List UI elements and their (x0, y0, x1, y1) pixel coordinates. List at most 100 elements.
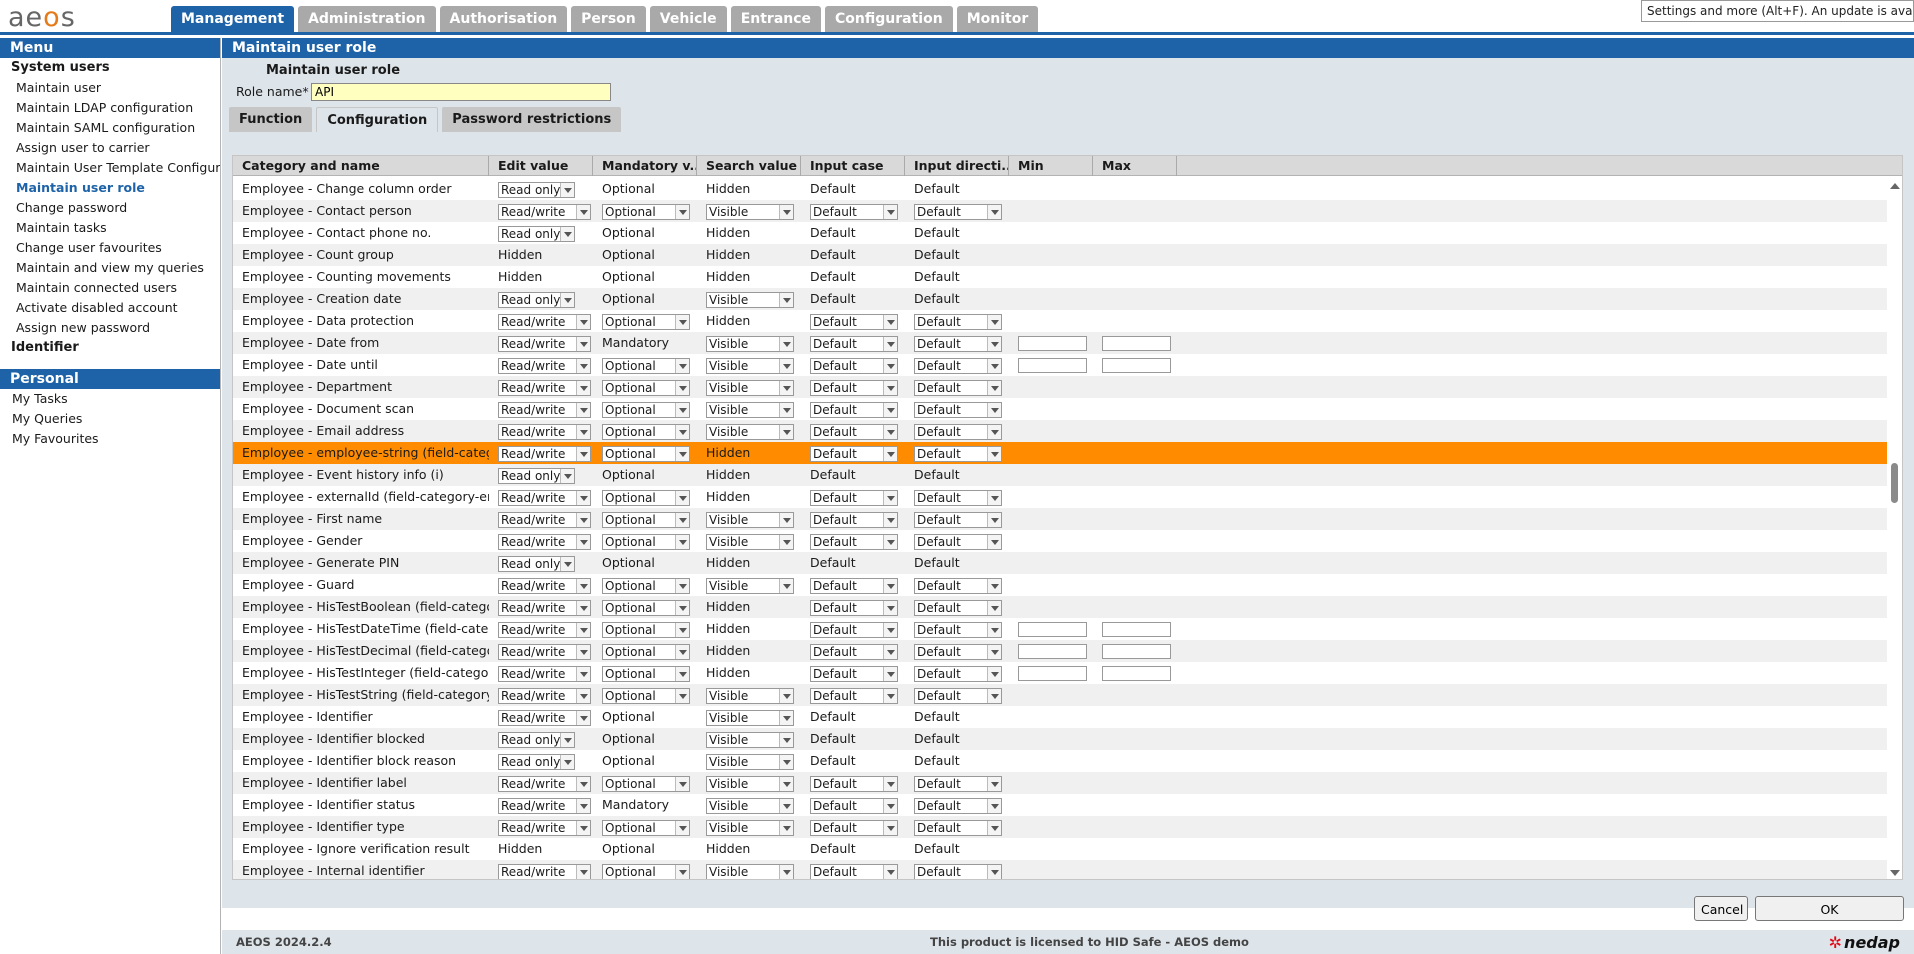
min-input[interactable] (1018, 666, 1087, 681)
chevron-down-icon[interactable] (883, 314, 897, 329)
chevron-down-icon[interactable] (779, 292, 793, 307)
edit-value-select[interactable]: Read/write (498, 665, 591, 682)
chevron-down-icon[interactable] (883, 600, 897, 615)
table-row[interactable]: Employee - First name Read/write Optional V… (233, 508, 1888, 530)
tab-management[interactable]: Management (171, 6, 295, 32)
search-value-select[interactable]: Visible (706, 775, 794, 792)
max-input[interactable] (1102, 622, 1171, 637)
edit-value-select[interactable]: Read/write (498, 533, 591, 550)
edit-value-select[interactable]: Read/write (498, 445, 591, 462)
table-row[interactable]: Employee - Data protection Read/write Opti… (233, 310, 1888, 332)
mandatory-value-select[interactable]: Optional (602, 379, 690, 396)
edit-value-select[interactable]: Read/write (498, 379, 591, 396)
table-row[interactable]: Employee - Event history info (i) Read on… (233, 464, 1888, 486)
mandatory-value-select[interactable]: Optional (602, 203, 690, 220)
chevron-down-icon[interactable] (560, 292, 574, 307)
col-edit-value[interactable]: Edit value (489, 156, 593, 176)
search-value-select[interactable]: Visible (706, 819, 794, 836)
chevron-down-icon[interactable] (675, 512, 689, 527)
chevron-down-icon[interactable] (576, 402, 590, 417)
chevron-down-icon[interactable] (576, 578, 590, 593)
tab-password-restrictions[interactable]: Password restrictions (442, 107, 622, 132)
chevron-down-icon[interactable] (883, 798, 897, 813)
input-direction-select[interactable]: Default (914, 335, 1002, 352)
chevron-down-icon[interactable] (779, 534, 793, 549)
mandatory-value-select[interactable]: Optional (602, 423, 690, 440)
chevron-down-icon[interactable] (779, 578, 793, 593)
table-row[interactable]: Employee - Gender Read/write Optional Visib… (233, 530, 1888, 552)
max-input[interactable] (1102, 336, 1171, 351)
chevron-down-icon[interactable] (560, 732, 574, 747)
edit-value-select[interactable]: Read/write (498, 643, 591, 660)
edit-value-select[interactable]: Read/write (498, 863, 591, 879)
search-value-select[interactable]: Visible (706, 335, 794, 352)
input-direction-select[interactable]: Default (914, 313, 1002, 330)
input-direction-select[interactable]: Default (914, 819, 1002, 836)
sidebar-item-user-template[interactable]: Maintain User Template Configuration (0, 158, 220, 178)
chevron-down-icon[interactable] (576, 446, 590, 461)
chevron-down-icon[interactable] (883, 776, 897, 791)
chevron-down-icon[interactable] (883, 622, 897, 637)
chevron-down-icon[interactable] (987, 490, 1001, 505)
sidebar-group-identifier[interactable]: Identifier (0, 338, 220, 358)
table-row[interactable]: Employee - externalId (field-category-em… (233, 486, 1888, 508)
chevron-down-icon[interactable] (987, 446, 1001, 461)
mandatory-value-select[interactable]: Optional (602, 819, 690, 836)
table-row[interactable]: Employee - HisTestInteger (field-categor… (233, 662, 1888, 684)
chevron-down-icon[interactable] (675, 666, 689, 681)
table-row[interactable]: Employee - HisTestString (field-category… (233, 684, 1888, 706)
chevron-down-icon[interactable] (883, 490, 897, 505)
max-input[interactable] (1102, 644, 1171, 659)
search-value-select[interactable]: Visible (706, 577, 794, 594)
input-case-select[interactable]: Default (810, 379, 898, 396)
tab-configuration-panel[interactable]: Configuration (316, 107, 439, 132)
table-row[interactable]: Employee - Email address Read/write Option… (233, 420, 1888, 442)
table-row[interactable]: Employee - Document scan Read/write Option… (233, 398, 1888, 420)
table-row[interactable]: Employee - Ignore verification result Hid… (233, 838, 1888, 860)
chevron-down-icon[interactable] (576, 512, 590, 527)
chevron-down-icon[interactable] (987, 776, 1001, 791)
input-case-select[interactable]: Default (810, 797, 898, 814)
chevron-down-icon[interactable] (883, 336, 897, 351)
search-value-select[interactable]: Visible (706, 687, 794, 704)
tab-function[interactable]: Function (229, 107, 313, 132)
edit-value-select[interactable]: Read only (498, 181, 575, 198)
chevron-down-icon[interactable] (883, 688, 897, 703)
col-min[interactable]: Min (1009, 156, 1093, 176)
sidebar-group-system-users[interactable]: System users (0, 58, 220, 78)
sidebar-item-activate-account[interactable]: Activate disabled account (0, 298, 220, 318)
sidebar-item-my-queries[interactable]: Maintain and view my queries (0, 258, 220, 278)
edit-value-select[interactable]: Read/write (498, 687, 591, 704)
chevron-down-icon[interactable] (987, 204, 1001, 219)
chevron-down-icon[interactable] (576, 358, 590, 373)
max-input[interactable] (1102, 666, 1171, 681)
input-case-select[interactable]: Default (810, 445, 898, 462)
chevron-down-icon[interactable] (576, 688, 590, 703)
table-row[interactable]: Employee - Identifier Read/write Optional V… (233, 706, 1888, 728)
search-value-select[interactable]: Visible (706, 423, 794, 440)
mandatory-value-select[interactable]: Optional (602, 665, 690, 682)
search-value-select[interactable]: Visible (706, 203, 794, 220)
chevron-down-icon[interactable] (576, 820, 590, 835)
scroll-down-arrow-icon[interactable] (1890, 870, 1900, 876)
chevron-down-icon[interactable] (576, 864, 590, 879)
edit-value-select[interactable]: Read/write (498, 423, 591, 440)
chevron-down-icon[interactable] (779, 424, 793, 439)
aeos-logo[interactable]: aeos (8, 2, 76, 33)
edit-value-select[interactable]: Read/write (498, 577, 591, 594)
chevron-down-icon[interactable] (675, 776, 689, 791)
max-input[interactable] (1102, 358, 1171, 373)
sidebar-item-ldap[interactable]: Maintain LDAP configuration (0, 98, 220, 118)
table-row[interactable]: Employee - HisTestBoolean (field-categor… (233, 596, 1888, 618)
chevron-down-icon[interactable] (883, 534, 897, 549)
chevron-down-icon[interactable] (779, 754, 793, 769)
sidebar-item-maintain-user-role[interactable]: Maintain user role (0, 178, 220, 198)
table-row[interactable]: Employee - Department Read/write Optional V… (233, 376, 1888, 398)
chevron-down-icon[interactable] (779, 204, 793, 219)
input-direction-select[interactable]: Default (914, 203, 1002, 220)
table-row[interactable]: Employee - Date from Read/write Mandatory V… (233, 332, 1888, 354)
chevron-down-icon[interactable] (883, 578, 897, 593)
chevron-down-icon[interactable] (576, 336, 590, 351)
input-direction-select[interactable]: Default (914, 775, 1002, 792)
col-input-direction[interactable]: Input directi... (905, 156, 1009, 176)
